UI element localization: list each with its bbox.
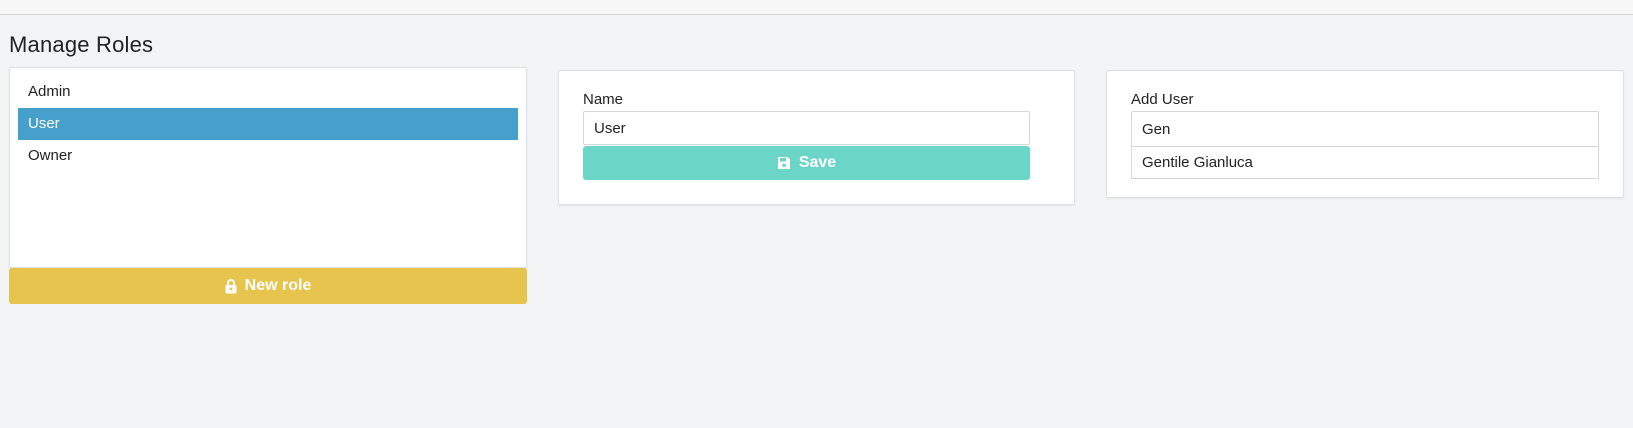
top-bar <box>0 0 1633 15</box>
floppy-disk-icon <box>777 156 791 170</box>
role-list: Admin User Owner <box>18 76 518 172</box>
role-item-admin[interactable]: Admin <box>18 76 518 108</box>
new-role-label: New role <box>244 277 312 294</box>
save-label: Save <box>798 154 837 171</box>
add-user-search-input[interactable] <box>1131 111 1599 147</box>
roles-list-panel: Admin User Owner <box>9 67 527 268</box>
role-item-owner[interactable]: Owner <box>18 140 518 172</box>
role-name-input[interactable] <box>583 111 1030 145</box>
new-role-button[interactable]: New role <box>9 268 527 304</box>
add-user-panel: Add User Gentile Gianluca <box>1106 70 1624 198</box>
role-item-user[interactable]: User <box>18 108 518 140</box>
add-user-label: Add User <box>1131 91 1194 108</box>
save-button[interactable]: Save <box>583 146 1030 180</box>
name-label: Name <box>583 91 624 108</box>
lock-icon <box>225 278 237 294</box>
role-editor-panel: Name Save <box>558 70 1075 205</box>
page-title: Manage Roles <box>9 32 154 57</box>
user-suggestion-item[interactable]: Gentile Gianluca <box>1131 147 1599 179</box>
